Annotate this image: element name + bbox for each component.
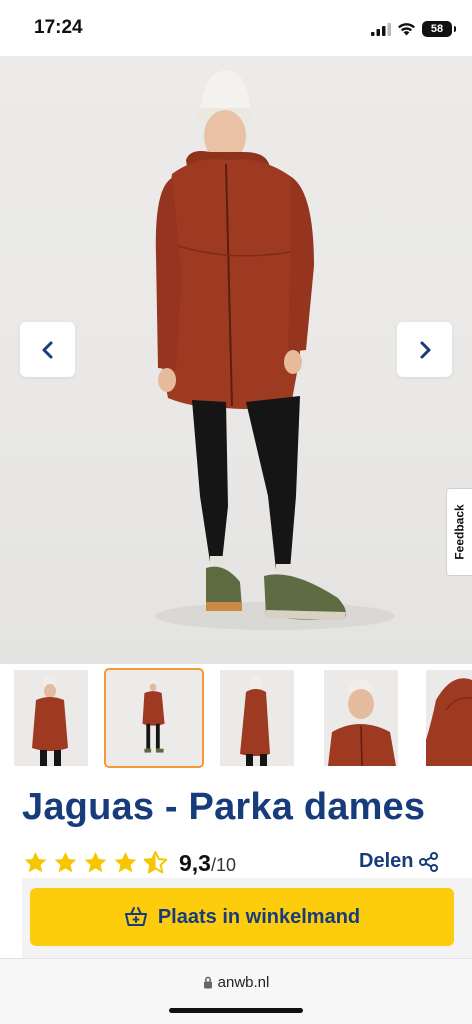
rating-value: 9,3 — [179, 849, 211, 876]
star-half-icon — [143, 850, 168, 874]
thumbnail[interactable] — [324, 670, 398, 766]
gallery-prev-button[interactable] — [20, 322, 75, 377]
share-label: Delen — [359, 850, 414, 872]
browser-bar: anwb.nl — [0, 958, 472, 1024]
address-bar[interactable]: anwb.nl — [0, 974, 472, 991]
star-full-icon — [114, 851, 137, 873]
home-indicator — [169, 1008, 303, 1013]
product-image[interactable]: Feedback — [0, 56, 472, 664]
thumbnail-strip — [0, 668, 472, 770]
thumbnail-image — [240, 677, 270, 766]
url-text: anwb.nl — [217, 974, 270, 991]
thumbnail-image — [426, 678, 472, 766]
rating[interactable]: 9,3 /10 — [22, 848, 236, 878]
status-icons: 58 — [371, 18, 456, 40]
add-to-cart-button[interactable]: Plaats in winkelmand — [30, 888, 454, 946]
add-to-cart-label: Plaats in winkelmand — [157, 905, 361, 928]
rating-stars — [22, 850, 169, 876]
signal-icon — [371, 22, 391, 36]
chevron-left-icon — [42, 341, 52, 358]
thumbnail[interactable] — [426, 670, 472, 766]
star-full-icon — [84, 851, 107, 873]
thumbnail-image — [142, 679, 165, 753]
star-full-icon — [24, 851, 47, 873]
gallery-next-button[interactable] — [397, 322, 452, 377]
thumbnail-image — [328, 679, 396, 766]
battery-icon: 58 — [422, 21, 456, 37]
status-bar: 17:24 58 — [0, 0, 472, 56]
share-button[interactable]: Delen — [359, 850, 440, 873]
basket-plus-icon — [124, 907, 147, 926]
thumbnail[interactable] — [14, 670, 88, 766]
product-title: Jaguas - Parka dames — [22, 786, 426, 828]
share-icon — [419, 851, 439, 872]
rating-max: /10 — [210, 854, 237, 875]
wifi-icon — [398, 23, 415, 36]
thumbnail[interactable] — [220, 670, 294, 766]
feedback-tab[interactable]: Feedback — [446, 488, 472, 576]
status-time: 17:24 — [34, 17, 83, 38]
cart-bar: Plaats in winkelmand — [22, 878, 472, 958]
star-full-icon — [54, 851, 77, 873]
thumbnail-image — [32, 676, 68, 766]
lock-icon — [203, 976, 212, 989]
chevron-right-icon — [420, 341, 430, 358]
feedback-label: Feedback — [452, 504, 467, 560]
thumbnail-active[interactable] — [104, 668, 204, 768]
